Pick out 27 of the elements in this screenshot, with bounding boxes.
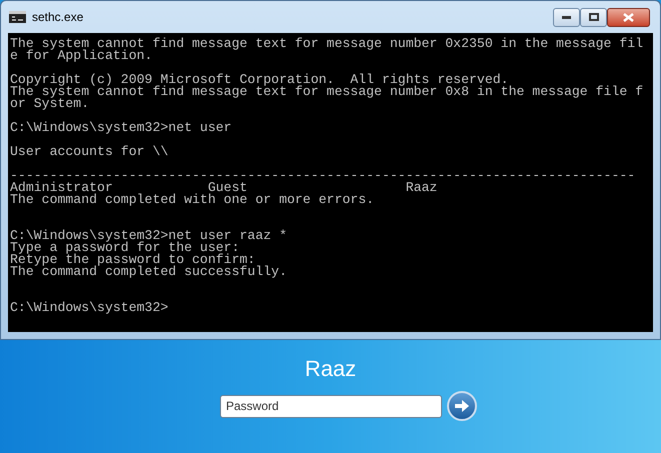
console-line: C:\Windows\system32>net user raaz *	[10, 230, 288, 242]
user-name: Raaz	[304, 355, 356, 383]
console-line: Retype the password to confirm:	[10, 254, 256, 266]
console-line: The system cannot find message text for message number 0x2350 in the message fil	[10, 38, 644, 50]
console-line: or System.	[10, 98, 90, 110]
submit-button[interactable]	[447, 391, 477, 421]
console-line: C:\Windows\system32>	[10, 302, 170, 314]
maximize-button[interactable]	[580, 8, 607, 26]
close-icon	[623, 12, 634, 22]
console-line: Type a password for the user:	[10, 242, 240, 254]
console-line: C:\Windows\system32>net user	[10, 122, 233, 134]
console-app-icon	[9, 11, 26, 23]
console-line: -------------------------------------------------------------------------------	[10, 170, 636, 182]
console-line: The system cannot find message text for message number 0x8 in the message file f	[10, 86, 644, 98]
console-line: Copyright (c) 2009 Microsoft Corporation. All rights reserved.	[10, 74, 509, 86]
password-field[interactable]: Password	[220, 394, 442, 418]
arrow-right-icon	[454, 399, 470, 413]
console-line: The command completed successfully.	[10, 266, 288, 278]
console-line: e for Application.	[10, 50, 154, 62]
close-button[interactable]	[607, 8, 650, 26]
console-line: User accounts for \\	[10, 146, 170, 158]
maximize-icon	[588, 13, 598, 21]
window-title: sethc.exe	[32, 9, 84, 26]
console-line: Administrator Guest Raaz	[10, 182, 438, 194]
minimize-button[interactable]	[553, 8, 580, 26]
console-line: The command completed with one or more errors.	[10, 194, 376, 206]
minimize-icon	[562, 16, 571, 18]
